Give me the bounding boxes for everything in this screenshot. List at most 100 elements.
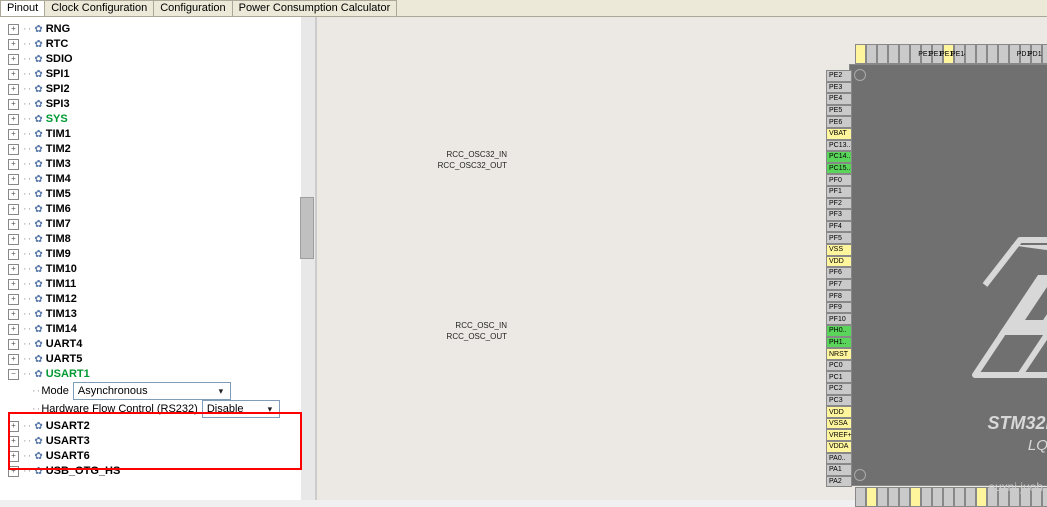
pin-PE3[interactable]: PE3 [826,82,852,94]
pin-PC3[interactable]: PC3 [826,395,852,407]
pin-unnamed[interactable] [943,487,954,507]
pin-VDD[interactable]: VDD [826,256,852,268]
tree-node-spi3[interactable]: +··✿SPI3 [8,97,313,111]
expander-icon[interactable]: + [8,159,19,170]
scrollbar[interactable] [301,17,315,500]
tab-clock-configuration[interactable]: Clock Configuration [44,0,154,16]
pin-PC0[interactable]: PC0 [826,360,852,372]
expander-icon[interactable]: + [8,129,19,140]
expander-icon[interactable]: + [8,466,19,477]
tree-node-rtc[interactable]: +··✿RTC [8,37,313,51]
tree-node-tim10[interactable]: +··✿TIM10 [8,262,313,276]
pin-PE14[interactable]: PE14 [954,44,965,64]
expander-icon[interactable]: + [8,309,19,320]
pin-PF10[interactable]: PF10 [826,313,852,325]
tab-pinout[interactable]: Pinout [0,0,45,16]
tree-node-spi2[interactable]: +··✿SPI2 [8,82,313,96]
pin-unnamed[interactable] [877,487,888,507]
pin-VDDA[interactable]: VDDA [826,441,852,453]
expander-icon[interactable]: + [8,436,19,447]
pin-unnamed[interactable] [987,44,998,64]
pin-PF8[interactable]: PF8 [826,290,852,302]
pin-unnamed[interactable] [932,487,943,507]
tree-node-tim1[interactable]: +··✿TIM1 [8,127,313,141]
pin-unnamed[interactable] [921,487,932,507]
pin-PH0..[interactable]: PH0.. [826,325,852,337]
pin-PC13..[interactable]: PC13.. [826,140,852,152]
pin-PF0[interactable]: PF0 [826,174,852,186]
pin-VSS[interactable]: VSS [826,244,852,256]
expander-icon[interactable]: + [8,279,19,290]
pin-PC15..[interactable]: PC15.. [826,163,852,175]
pin-PF4[interactable]: PF4 [826,221,852,233]
pin-unnamed[interactable] [855,44,866,64]
pin-unnamed[interactable] [965,487,976,507]
pin-unnamed[interactable] [899,487,910,507]
expander-icon[interactable]: + [8,99,19,110]
pin-unnamed[interactable] [888,44,899,64]
tree-node-sdio[interactable]: +··✿SDIO [8,52,313,66]
expander-icon[interactable]: + [8,324,19,335]
pin-PF3[interactable]: PF3 [826,209,852,221]
expander-icon[interactable]: + [8,451,19,462]
tree-node-uart4[interactable]: +··✿UART4 [8,337,313,351]
tree-node-tim5[interactable]: +··✿TIM5 [8,187,313,201]
tree-node-usart2[interactable]: +··✿USART2 [8,419,313,433]
pin-unnamed[interactable] [899,44,910,64]
pin-PC2[interactable]: PC2 [826,383,852,395]
tree-node-spi1[interactable]: +··✿SPI1 [8,67,313,81]
pin-unnamed[interactable] [866,487,877,507]
tree-node-tim9[interactable]: +··✿TIM9 [8,247,313,261]
pin-PA2[interactable]: PA2 [826,476,852,488]
tree-node-tim3[interactable]: +··✿TIM3 [8,157,313,171]
pin-VBAT[interactable]: VBAT [826,128,852,140]
expander-icon[interactable]: + [8,39,19,50]
dropdown-hardware-flow-control-rs232-[interactable]: Disable▾ [202,400,280,418]
pin-VREF+[interactable]: VREF+ [826,429,852,441]
expander-icon[interactable]: − [8,369,19,380]
expander-icon[interactable]: + [8,144,19,155]
pin-unnamed[interactable] [976,44,987,64]
tree-node-tim12[interactable]: +··✿TIM12 [8,292,313,306]
tree-node-sys[interactable]: +··✿SYS [8,112,313,126]
pinout-view[interactable]: STM32F407ZGTx LQFP144 PE2PE3PE4PE5PE6VBA… [317,17,1047,500]
pin-unnamed[interactable] [1042,44,1047,64]
tree-node-tim14[interactable]: +··✿TIM14 [8,322,313,336]
tree-node-tim4[interactable]: +··✿TIM4 [8,172,313,186]
pin-PE5[interactable]: PE5 [826,105,852,117]
tree-node-tim7[interactable]: +··✿TIM7 [8,217,313,231]
pin-PE4[interactable]: PE4 [826,93,852,105]
pin-PE6[interactable]: PE6 [826,116,852,128]
tree-node-rng[interactable]: +··✿RNG [8,22,313,36]
pin-PA1[interactable]: PA1 [826,464,852,476]
expander-icon[interactable]: + [8,114,19,125]
tree-node-usart3[interactable]: +··✿USART3 [8,434,313,448]
expander-icon[interactable]: + [8,339,19,350]
pin-PE2[interactable]: PE2 [826,70,852,82]
tree-node-tim6[interactable]: +··✿TIM6 [8,202,313,216]
tab-configuration[interactable]: Configuration [153,0,232,16]
tree-node-tim11[interactable]: +··✿TIM11 [8,277,313,291]
pin-PA0..[interactable]: PA0.. [826,453,852,465]
tree-node-usart6[interactable]: +··✿USART6 [8,449,313,463]
pin-PF2[interactable]: PF2 [826,198,852,210]
expander-icon[interactable]: + [8,354,19,365]
pin-PD11[interactable]: PD11 [1031,44,1042,64]
pin-PF5[interactable]: PF5 [826,232,852,244]
pin-unnamed[interactable] [965,44,976,64]
pin-NRST[interactable]: NRST [826,348,852,360]
expander-icon[interactable]: + [8,264,19,275]
pin-unnamed[interactable] [855,487,866,507]
pin-PF9[interactable]: PF9 [826,302,852,314]
tree-node-tim13[interactable]: +··✿TIM13 [8,307,313,321]
pin-unnamed[interactable] [976,487,987,507]
expander-icon[interactable]: + [8,189,19,200]
pin-unnamed[interactable] [910,487,921,507]
tree-node-usb_otg_hs[interactable]: +··✿USB_OTG_HS [8,464,313,478]
dropdown-mode[interactable]: Asynchronous▾ [73,382,231,400]
expander-icon[interactable]: + [8,249,19,260]
pin-unnamed[interactable] [877,44,888,64]
expander-icon[interactable]: + [8,219,19,230]
pin-VDD[interactable]: VDD [826,406,852,418]
tree-node-tim8[interactable]: +··✿TIM8 [8,232,313,246]
